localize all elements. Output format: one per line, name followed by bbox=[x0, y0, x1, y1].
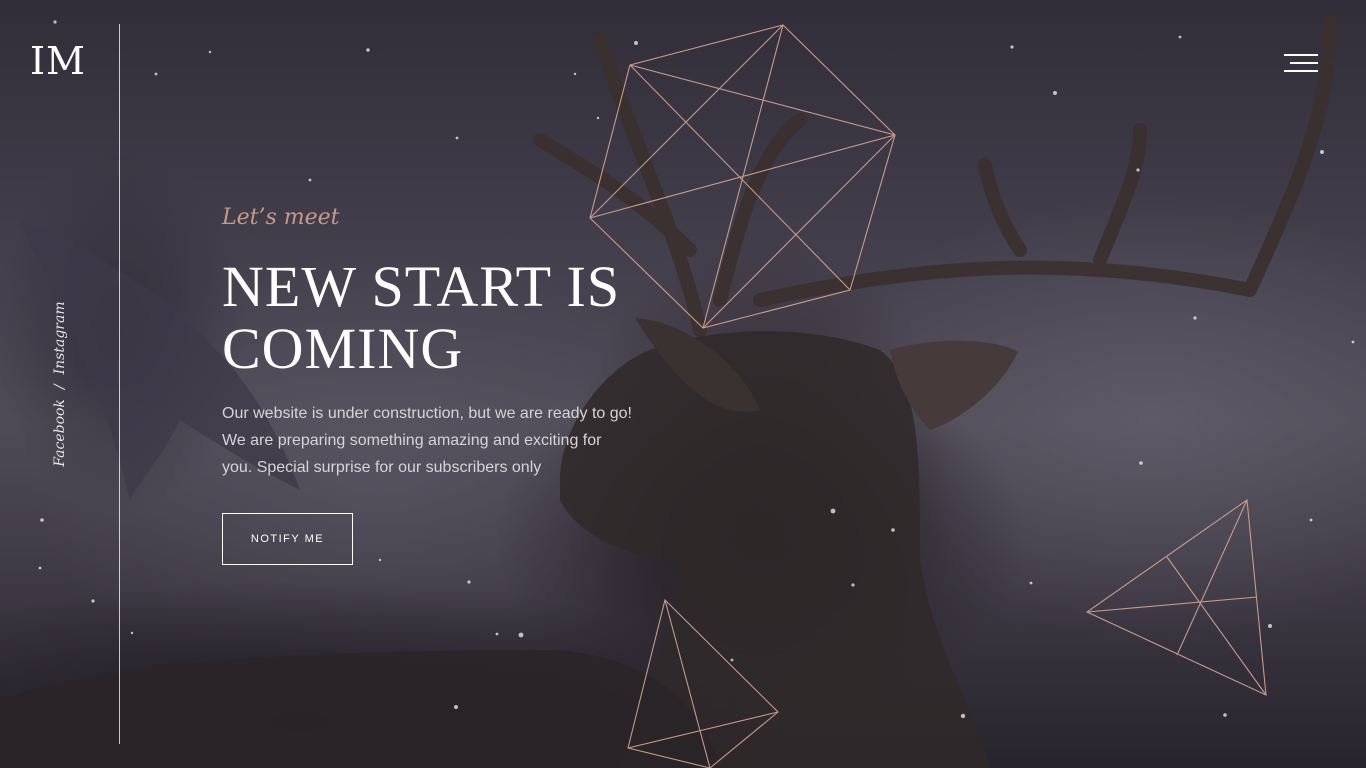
social-links: Facebook / Instagram bbox=[52, 301, 68, 466]
notify-me-button[interactable]: NOTIFY ME bbox=[222, 513, 353, 565]
facebook-link[interactable]: Facebook bbox=[52, 399, 68, 467]
menu-line bbox=[1284, 54, 1318, 56]
hero-description: Our website is under construction, but w… bbox=[222, 405, 632, 476]
brand-logo[interactable]: IM bbox=[30, 42, 86, 80]
background-overlay bbox=[0, 0, 1366, 768]
menu-line bbox=[1290, 62, 1318, 64]
hamburger-menu-icon[interactable] bbox=[1284, 54, 1318, 74]
instagram-link[interactable]: Instagram bbox=[52, 301, 68, 374]
page: IM Facebook / Instagram Let’s meet NEW STA… bbox=[0, 0, 1366, 768]
social-separator: / bbox=[52, 384, 68, 390]
vertical-divider bbox=[119, 24, 120, 744]
menu-line bbox=[1284, 70, 1318, 72]
hero-title: NEW START IS COMING bbox=[222, 254, 621, 381]
hero-content: Let’s meet NEW START IS COMING Our websi… bbox=[222, 205, 642, 565]
hero-kicker: Let’s meet bbox=[222, 205, 340, 230]
